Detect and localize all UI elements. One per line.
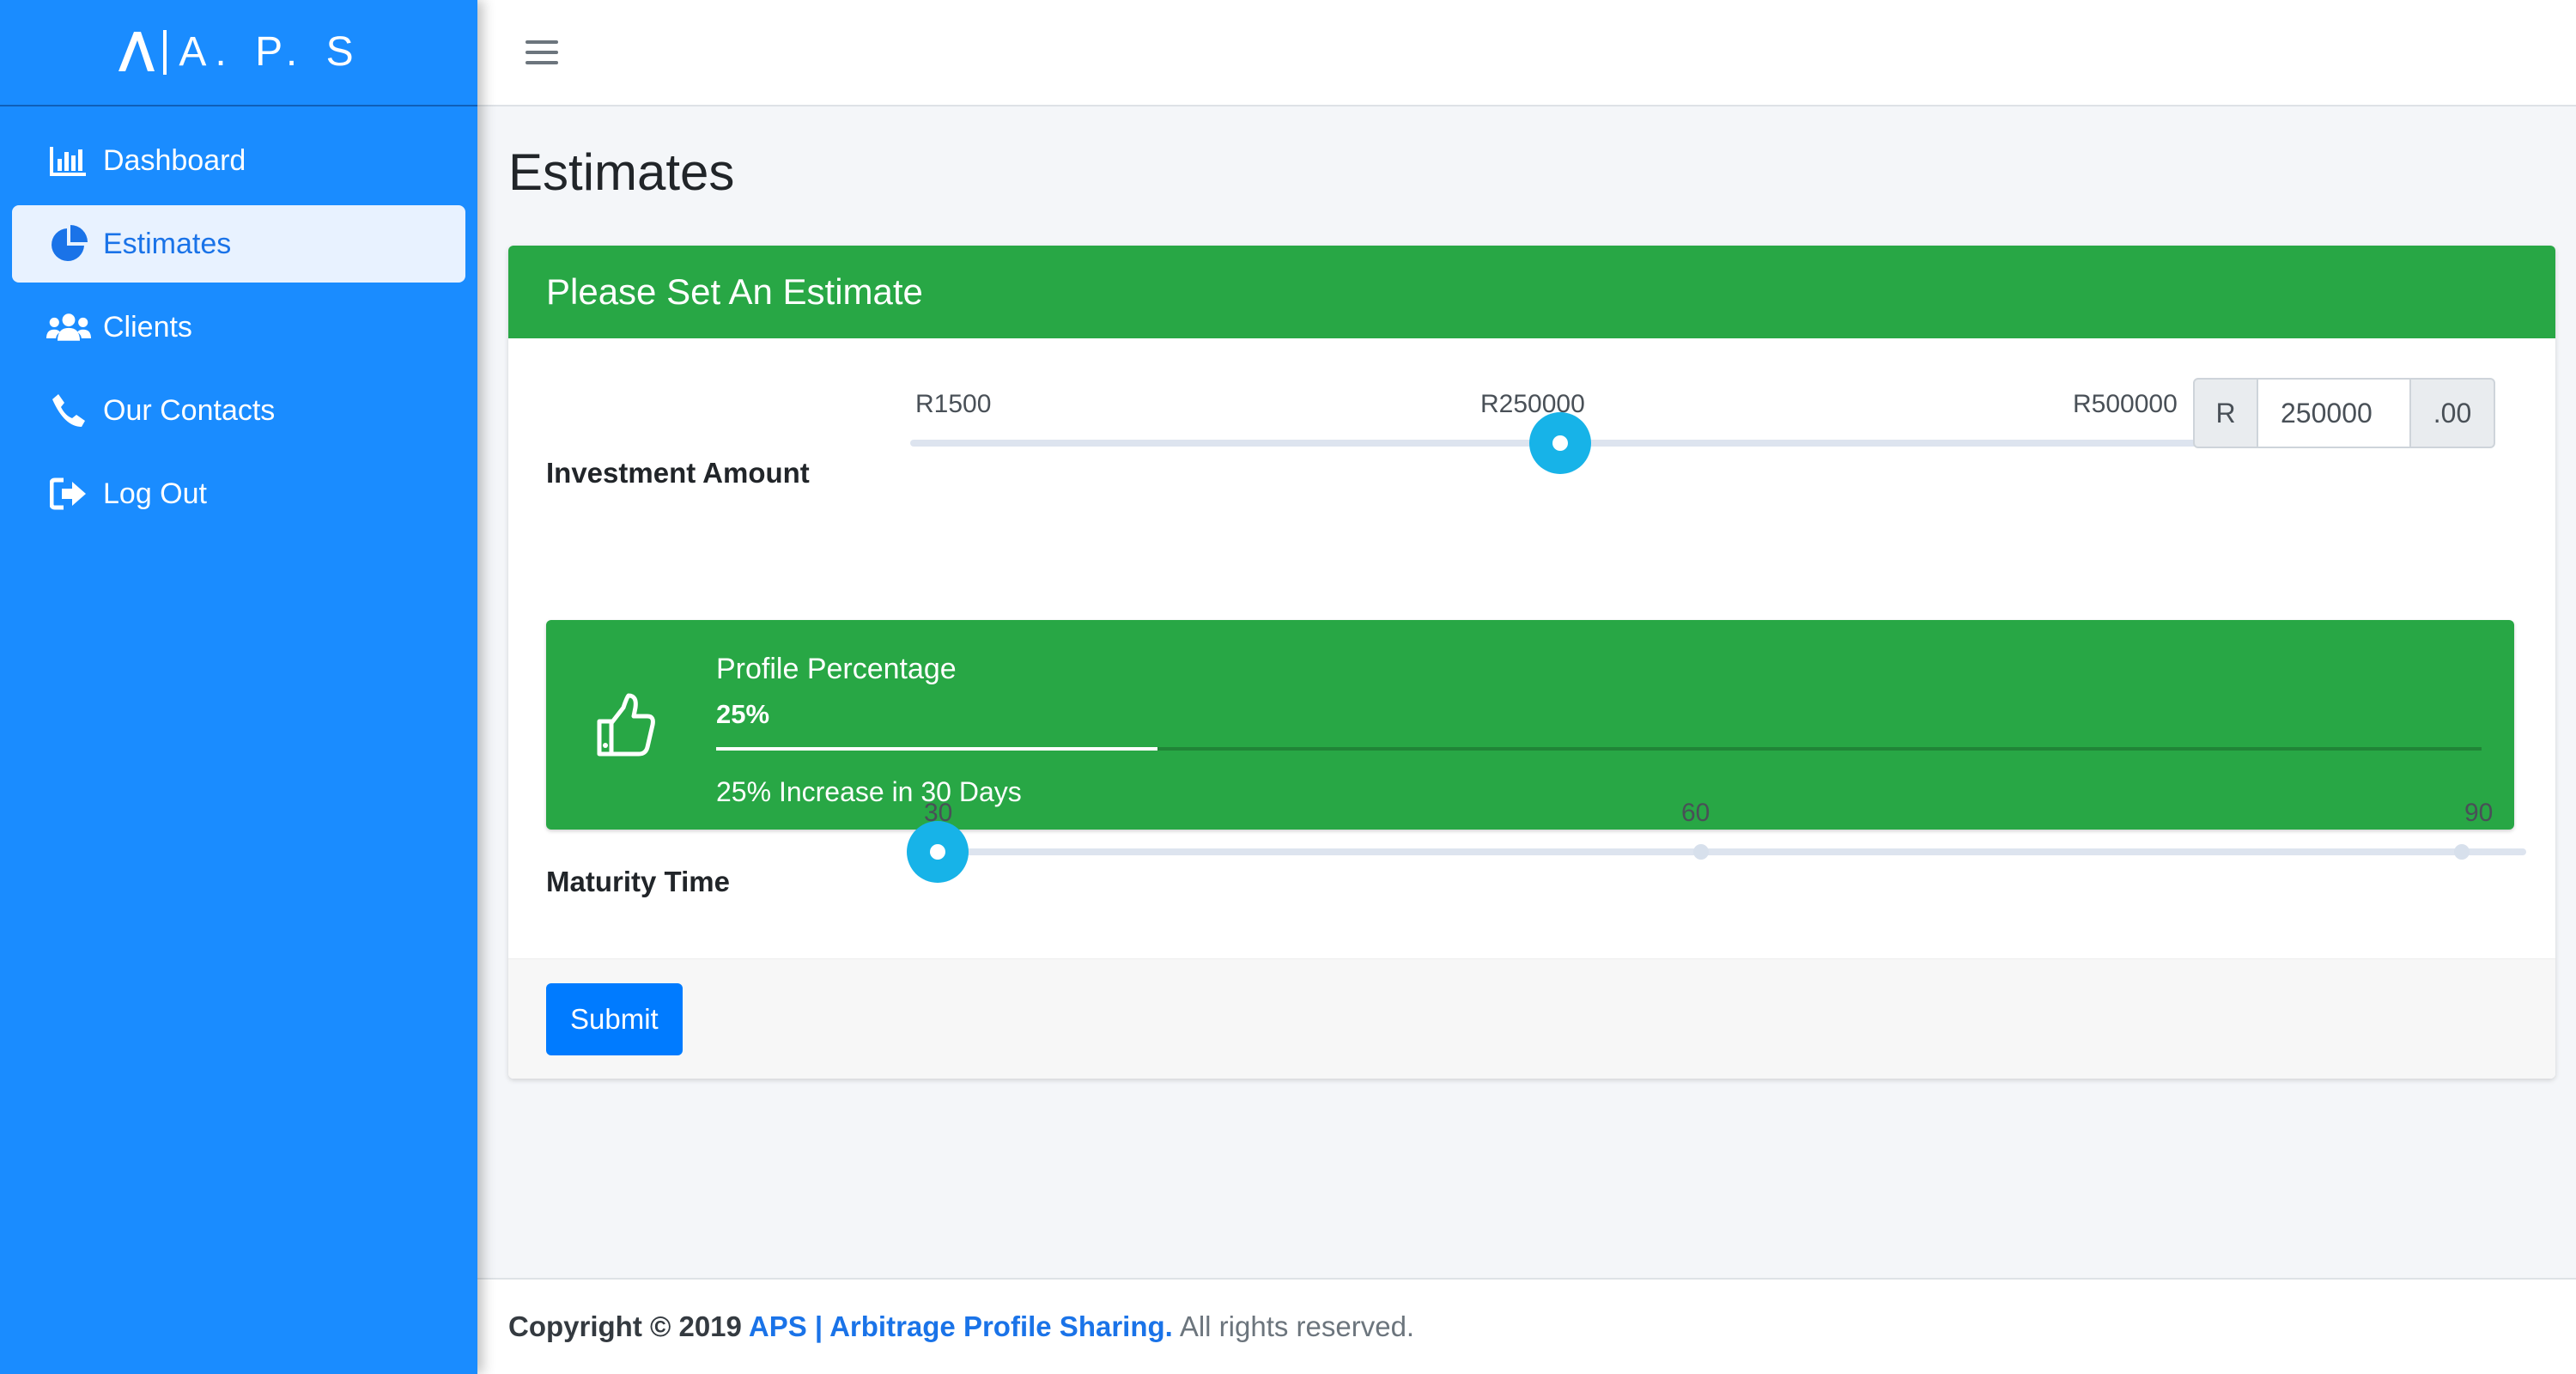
investment-max-label: R500000 xyxy=(2073,390,2178,418)
thumbs-up-icon xyxy=(596,692,656,757)
page-title: Estimates xyxy=(508,143,735,201)
sidebar: A. P. S Dashboard Estimates Clients Our … xyxy=(0,0,477,1374)
sidebar-item-label: Clients xyxy=(103,310,192,344)
sidebar-item-label: Estimates xyxy=(103,227,232,260)
maturity-slider-thumb[interactable] xyxy=(907,821,969,883)
maturity-grid-dot xyxy=(2454,844,2470,860)
sidebar-item-estimates[interactable]: Estimates xyxy=(12,205,465,283)
maturity-tick-60: 60 xyxy=(1681,799,1710,827)
brand-logo[interactable]: A. P. S xyxy=(0,0,477,106)
investment-input-group: R .00 xyxy=(2193,378,2495,448)
bar-chart-icon xyxy=(46,142,91,179)
sidebar-item-dashboard[interactable]: Dashboard xyxy=(12,122,465,199)
investment-min-label: R1500 xyxy=(915,390,992,418)
sidebar-nav: Dashboard Estimates Clients Our Contacts… xyxy=(0,106,477,554)
sign-out-icon xyxy=(46,475,91,513)
profile-description: 25% Increase in 30 Days xyxy=(716,776,1022,807)
currency-prefix: R xyxy=(2193,378,2258,448)
maturity-grid-dot xyxy=(1693,844,1709,860)
profile-percentage-value: 25% xyxy=(716,699,770,729)
investment-amount-label: Investment Amount xyxy=(546,457,810,489)
card-header: Please Set An Estimate xyxy=(508,246,2555,338)
estimate-card: Please Set An Estimate Investment Amount… xyxy=(508,246,2555,1079)
page-footer: Copyright © 2019 APS | Arbitrage Profile… xyxy=(477,1278,2576,1374)
phone-icon xyxy=(46,392,91,429)
sidebar-item-log-out[interactable]: Log Out xyxy=(12,455,465,532)
pie-chart-icon xyxy=(46,225,91,263)
profile-percentage-title: Profile Percentage xyxy=(716,653,957,685)
rights-text: All rights reserved. xyxy=(1179,1310,1415,1342)
aps-logo-icon xyxy=(115,28,158,77)
amount-suffix: .00 xyxy=(2409,378,2495,448)
sidebar-item-our-contacts[interactable]: Our Contacts xyxy=(12,372,465,449)
card-footer: Submit xyxy=(508,958,2555,1079)
maturity-slider-track[interactable] xyxy=(941,848,2526,855)
investment-amount-input[interactable] xyxy=(2258,378,2409,448)
profile-progress xyxy=(716,747,2482,751)
users-icon xyxy=(46,308,91,346)
sidebar-item-label: Dashboard xyxy=(103,143,246,177)
maturity-time-label: Maturity Time xyxy=(546,866,730,897)
main-content: Estimates Please Set An Estimate Investm… xyxy=(477,108,2576,1278)
sidebar-item-label: Log Out xyxy=(103,477,207,510)
maturity-tick-90: 90 xyxy=(2464,799,2494,827)
sidebar-item-clients[interactable]: Clients xyxy=(12,289,465,366)
profile-progress-bar xyxy=(716,747,1157,751)
sidebar-item-label: Our Contacts xyxy=(103,393,276,427)
hamburger-icon[interactable] xyxy=(520,35,563,70)
profile-percentage-box: Profile Percentage 25% 25% Increase in 3… xyxy=(546,620,2514,830)
investment-slider-thumb[interactable] xyxy=(1528,412,1591,474)
top-navbar xyxy=(477,0,2576,106)
submit-button[interactable]: Submit xyxy=(546,983,683,1055)
copyright-text: Copyright © 2019 xyxy=(508,1310,742,1342)
brand-text: A. P. S xyxy=(163,30,361,75)
footer-brand-link[interactable]: APS | Arbitrage Profile Sharing. xyxy=(749,1310,1173,1343)
